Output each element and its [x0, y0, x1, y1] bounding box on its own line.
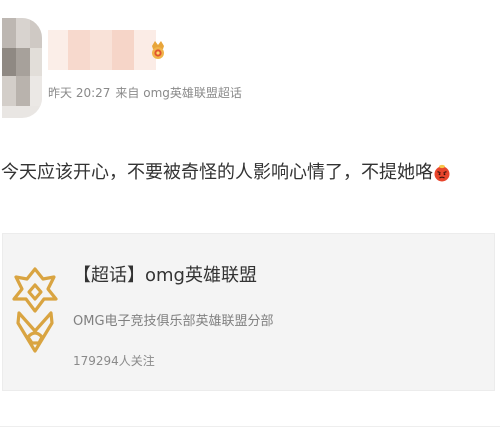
divider [0, 426, 500, 427]
supertopic-card[interactable]: 【超话】omg英雄联盟 OMG电子竞技俱乐部英雄联盟分部 179294人关注 [2, 233, 495, 391]
avatar[interactable] [2, 18, 42, 118]
post-body: 今天应该开心，不要被奇怪的人影响心情了，不提她咯 [1, 160, 450, 186]
post-source[interactable]: 来自 omg英雄联盟超话 [115, 86, 241, 100]
post-time[interactable]: 昨天 20:27 [48, 86, 110, 100]
supertopic-description: OMG电子竞技俱乐部英雄联盟分部 [73, 314, 274, 329]
supertopic-title[interactable]: 【超话】omg英雄联盟 [73, 261, 257, 287]
username-blurred[interactable] [48, 30, 156, 70]
supertopic-followers: 179294人关注 [73, 354, 155, 368]
post-meta: 昨天 20:27 来自 omg英雄联盟超话 [48, 84, 247, 101]
angry-emoji-icon [434, 164, 450, 182]
crown-badge-icon[interactable] [150, 38, 166, 60]
weibo-post: 昨天 20:27 来自 omg英雄联盟超话 今天应该开心，不要被奇怪的人影响心情了… [0, 0, 500, 440]
post-text: 今天应该开心，不要被奇怪的人影响心情了，不提她咯 [1, 162, 433, 183]
omg-logo-icon [12, 267, 58, 353]
